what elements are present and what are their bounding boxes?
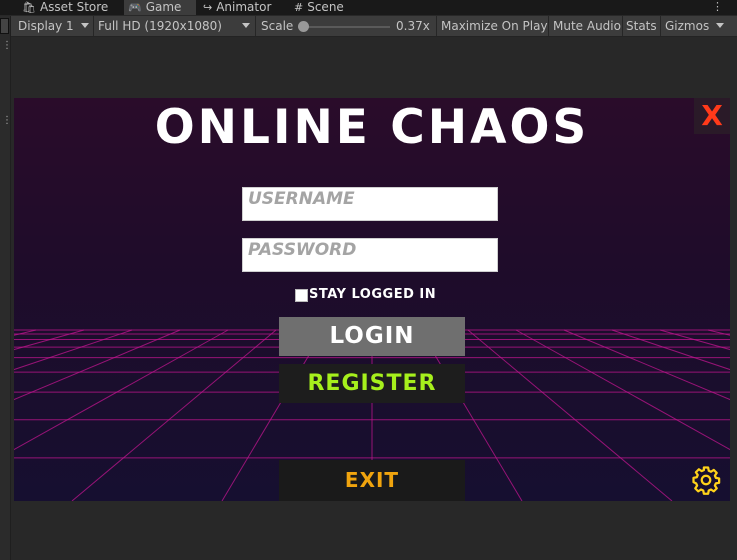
chevron-down-icon (242, 23, 250, 28)
scale-label: Scale (255, 16, 293, 36)
scale-slider-handle[interactable] (298, 21, 309, 32)
display-dropdown[interactable]: Display 1 (18, 16, 74, 36)
more-options-icon[interactable]: ⋮ (712, 0, 723, 13)
grid-line (14, 329, 133, 371)
left-panel-field (0, 18, 9, 34)
editor-tab-bar: 🛍 Asset Store 🎮 Game ↪ Animator # Scene ⋮ (0, 0, 737, 15)
tab-game[interactable]: 🎮 Game (124, 0, 196, 15)
chevron-down-icon (716, 23, 724, 28)
chevron-down-icon (81, 23, 89, 28)
game-view-bottom-area (14, 501, 730, 560)
stay-logged-in-label: Stay logged in (309, 287, 437, 302)
scale-slider-track[interactable] (298, 26, 390, 28)
settings-gear-icon[interactable] (691, 465, 721, 495)
tab-scene[interactable]: # Scene (294, 0, 344, 15)
mute-audio-toggle[interactable]: Mute Audio (548, 16, 621, 36)
grid-line (14, 329, 37, 336)
exit-button[interactable]: Exit (279, 460, 465, 501)
game-view[interactable]: Online Chaos X Username Password Stay lo… (14, 98, 730, 501)
drag-handle-icon[interactable]: ⋮ (2, 40, 12, 51)
left-panel-edge (0, 16, 11, 560)
hash-icon: # (294, 1, 304, 14)
password-field[interactable]: Password (242, 238, 498, 272)
tab-label: Scene (307, 0, 344, 14)
tab-label: Asset Store (39, 0, 109, 14)
game-title: Online Chaos (154, 100, 590, 155)
tab-asset-store[interactable]: 🛍 Asset Store (22, 0, 108, 15)
login-button[interactable]: Login (279, 317, 465, 356)
close-button[interactable]: X (694, 98, 730, 134)
resolution-label: Full HD (1920x1080) (98, 19, 222, 33)
grid-line (14, 329, 229, 451)
maximize-on-play-toggle[interactable]: Maximize On Play (436, 16, 548, 36)
animator-icon: ↪ (203, 1, 213, 14)
grid-line (467, 329, 673, 501)
grid-line (14, 329, 181, 401)
tab-animator[interactable]: ↪ Animator (203, 0, 271, 15)
display-label: Display 1 (18, 19, 74, 33)
drag-handle-icon[interactable]: ⋮ (2, 115, 12, 126)
grid-line (14, 329, 85, 351)
gizmos-dropdown[interactable]: Gizmos (660, 16, 709, 36)
stay-logged-in-checkbox[interactable] (295, 289, 308, 302)
username-field[interactable]: Username (242, 187, 498, 221)
resolution-dropdown[interactable]: Full HD (1920x1080) (93, 16, 222, 36)
stats-toggle[interactable]: Stats (622, 16, 657, 36)
tab-label: Game (145, 0, 182, 14)
gamepad-icon: 🎮 (128, 1, 142, 14)
register-button[interactable]: Register (279, 364, 465, 403)
scale-value: 0.37x (396, 19, 430, 33)
bag-icon: 🛍 (22, 1, 36, 14)
grid-line (71, 329, 277, 501)
tab-label: Animator (216, 0, 272, 14)
